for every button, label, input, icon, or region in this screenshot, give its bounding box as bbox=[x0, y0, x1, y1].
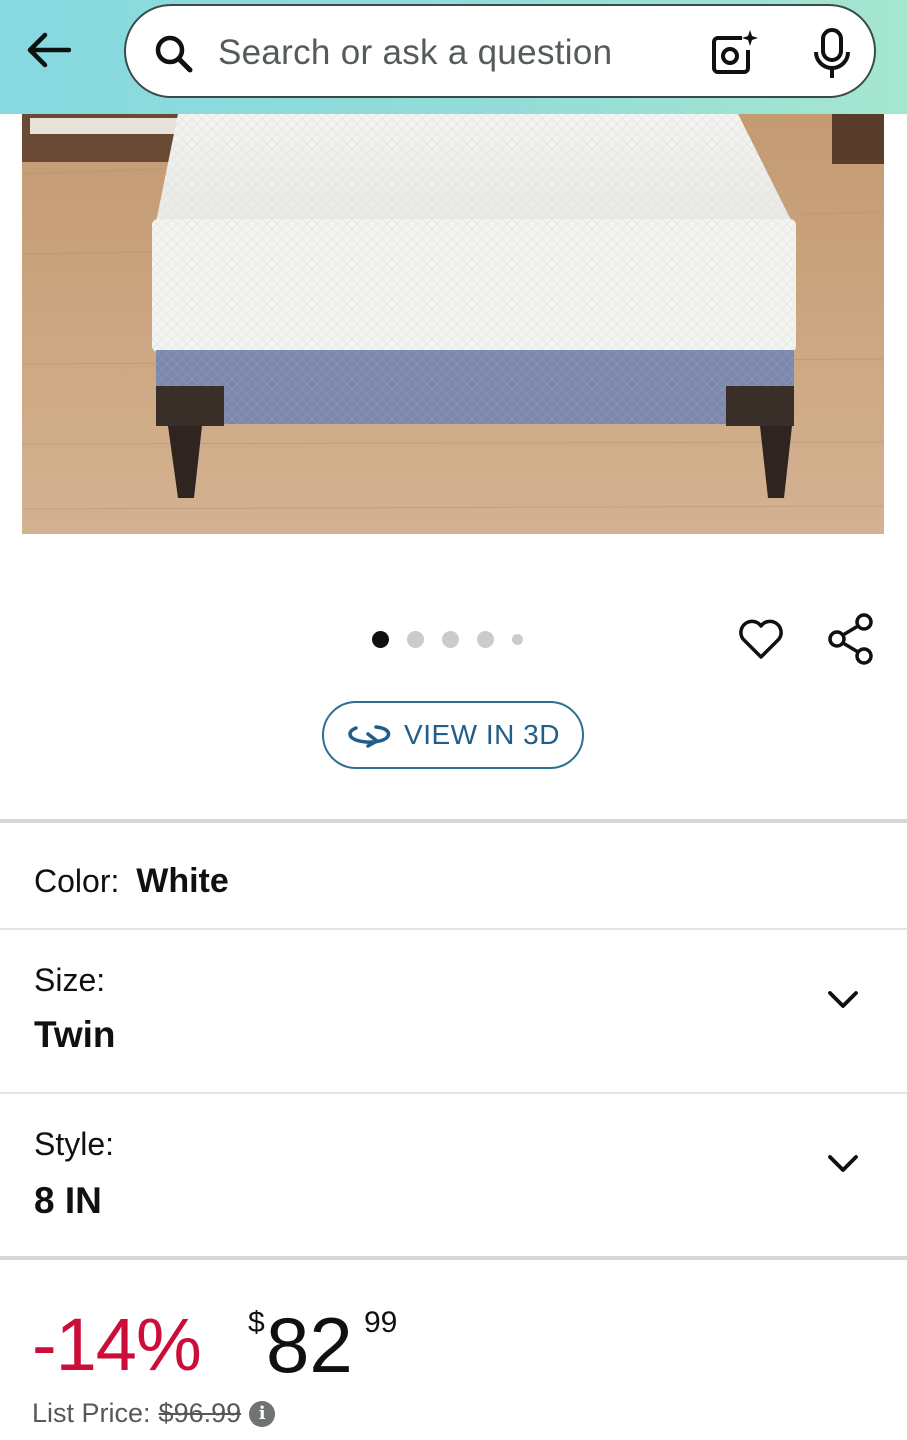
carousel-dot-active[interactable] bbox=[372, 630, 389, 648]
carousel-dot[interactable] bbox=[512, 633, 523, 645]
price-fraction: 99 bbox=[364, 1306, 398, 1339]
carousel-dot[interactable] bbox=[477, 630, 494, 648]
info-icon[interactable]: i bbox=[249, 1400, 276, 1427]
color-row: Color: White bbox=[34, 862, 229, 901]
rotate-3d-icon bbox=[348, 725, 391, 748]
chevron-down-icon bbox=[828, 1155, 858, 1172]
price-currency: $ bbox=[248, 1306, 265, 1339]
heart-icon[interactable] bbox=[736, 614, 786, 664]
color-label: Color: bbox=[34, 863, 120, 899]
product-image[interactable] bbox=[22, 114, 884, 534]
back-arrow-icon bbox=[27, 32, 71, 68]
divider bbox=[0, 1256, 907, 1260]
color-value: White bbox=[136, 862, 229, 900]
style-value: 8 IN bbox=[34, 1180, 102, 1221]
back-button[interactable] bbox=[22, 24, 74, 76]
list-price-label: List Price: bbox=[32, 1398, 151, 1428]
discount-percentage: -14% bbox=[32, 1303, 202, 1386]
view-in-3d-button[interactable]: VIEW IN 3D bbox=[322, 701, 584, 769]
list-price: List Price: $96.99 i bbox=[32, 1398, 276, 1429]
list-price-value: $96.99 bbox=[158, 1398, 242, 1428]
image-carousel-dots[interactable] bbox=[372, 628, 523, 650]
chevron-down-icon bbox=[828, 991, 858, 1008]
style-label: Style: bbox=[34, 1126, 115, 1162]
size-label: Size: bbox=[34, 962, 106, 998]
mattress-bed-illustration bbox=[22, 114, 884, 534]
size-selector[interactable]: Size: Twin bbox=[0, 930, 907, 1092]
size-value: Twin bbox=[34, 1014, 116, 1055]
search-placeholder: Search or ask a question bbox=[218, 33, 613, 72]
carousel-dot[interactable] bbox=[442, 630, 459, 648]
style-selector[interactable]: Style: 8 IN bbox=[0, 1094, 907, 1256]
search-header: Search or ask a question bbox=[0, 0, 907, 114]
share-icon[interactable] bbox=[826, 612, 876, 666]
search-icon bbox=[155, 35, 193, 73]
view-in-3d-label: VIEW IN 3D bbox=[404, 719, 560, 750]
microphone-icon[interactable] bbox=[810, 26, 854, 82]
carousel-dot[interactable] bbox=[407, 630, 424, 648]
search-input[interactable]: Search or ask a question bbox=[124, 4, 876, 98]
price-whole: 82 bbox=[266, 1301, 353, 1389]
camera-lens-icon[interactable] bbox=[708, 28, 758, 78]
divider bbox=[0, 819, 907, 823]
